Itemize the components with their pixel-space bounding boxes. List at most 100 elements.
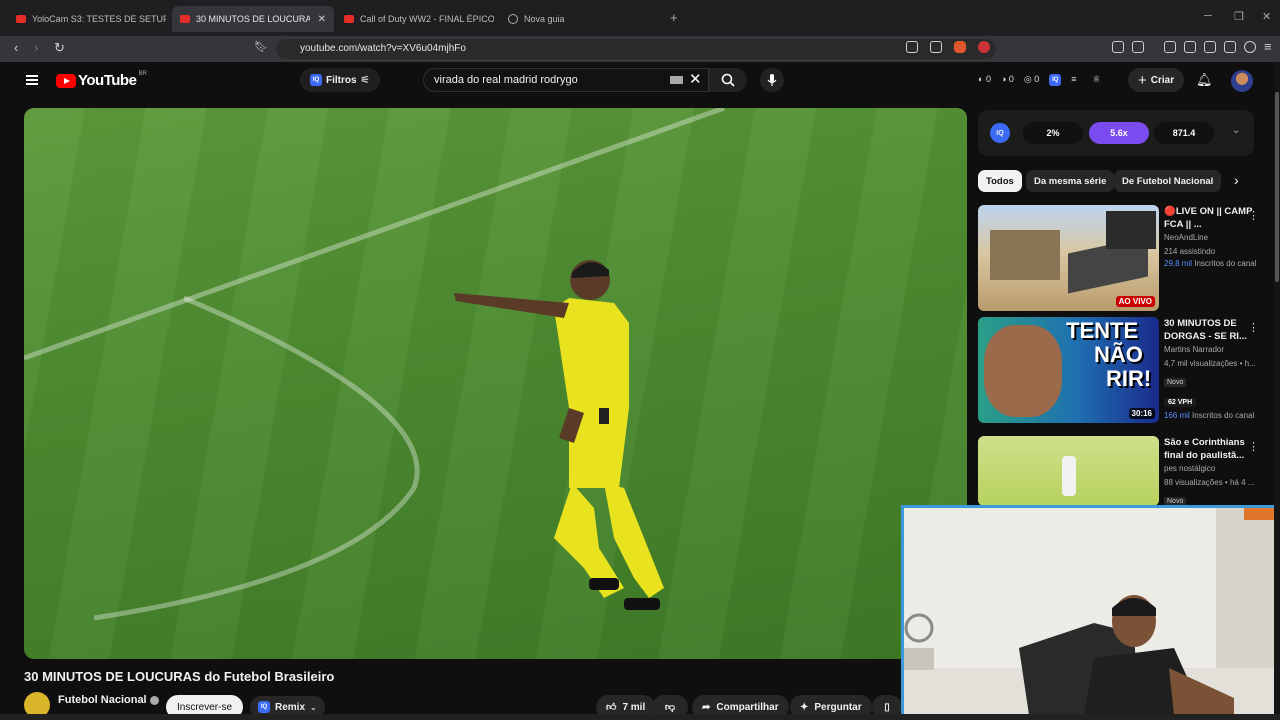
notifications-bell-icon[interactable]: 🔔︎ — [1196, 72, 1213, 88]
video-thumbnail[interactable]: TENTE NÃO RIR! 30:16 — [978, 317, 1159, 423]
extension-icon[interactable] — [1112, 41, 1124, 53]
tab-current-video[interactable]: 30 MINUTOS DE LOUCURAS do ✕ — [172, 6, 334, 32]
tab-title: YoloCam S3: TESTES DE SETUP (OBS — [32, 14, 166, 24]
clear-search-icon[interactable]: ✕ — [689, 70, 702, 88]
iq-pill-multiplier: 5.6x — [1089, 122, 1149, 144]
bookmark-icon: ▯ — [884, 701, 890, 713]
more-options-icon[interactable]: ⋮ — [1248, 321, 1259, 334]
channel-name: pes nostálgico — [1164, 464, 1216, 473]
extension-icon[interactable] — [1132, 41, 1144, 53]
video-thumbnail[interactable]: AO VIVO — [978, 205, 1159, 311]
back-icon[interactable]: ‹ — [14, 40, 18, 55]
subscriber-count: 166 mil Inscritos do canal — [1164, 411, 1255, 420]
sidebar-icon[interactable] — [1184, 41, 1196, 53]
close-window-icon[interactable]: ✕ — [1262, 10, 1271, 23]
share-arrow-icon: ➦ — [702, 701, 711, 713]
tab-title: 30 MINUTOS DE LOUCURAS do — [196, 14, 310, 24]
wallet-icon[interactable] — [1204, 41, 1216, 53]
filters-button[interactable]: IQ Filtros ⚟ — [300, 68, 380, 92]
thumb-player — [1062, 456, 1076, 496]
tab-yolocam[interactable]: YoloCam S3: TESTES DE SETUP (OBS — [16, 8, 166, 30]
youtube-logo[interactable]: YouTube BR — [56, 70, 147, 89]
share-icon[interactable] — [930, 41, 942, 53]
channel-name: NeoAndLine — [1164, 233, 1209, 242]
chip-same-series[interactable]: Da mesma série — [1026, 170, 1115, 192]
brave-shield-icon[interactable] — [954, 41, 966, 53]
close-tab-icon[interactable]: ✕ — [318, 14, 326, 25]
search-button[interactable] — [709, 68, 747, 92]
tab-new-guide[interactable]: Nova guia — [508, 8, 658, 30]
leo-icon[interactable] — [1224, 41, 1236, 53]
vpn-icon[interactable] — [1244, 41, 1256, 53]
iq-stats-panel: IQ 2% 5.6x 871.4 ⌄ — [978, 110, 1254, 156]
chip-all[interactable]: Todos — [978, 170, 1022, 192]
webcam-overlay — [901, 505, 1278, 718]
like-count: 7 mil — [622, 701, 646, 713]
cast-icon[interactable] — [906, 41, 918, 53]
user-avatar[interactable] — [1231, 70, 1253, 92]
horizontal-scrollbar[interactable] — [0, 714, 1280, 720]
reload-icon[interactable]: ↻ — [54, 40, 65, 56]
voice-search-button[interactable] — [760, 68, 784, 92]
media-icon[interactable] — [1164, 41, 1176, 53]
iq-pill-percent: 2% — [1023, 122, 1083, 144]
rewards-icon[interactable] — [978, 41, 990, 53]
forward-icon[interactable]: › — [34, 40, 38, 55]
plus-icon: + — [1138, 71, 1147, 89]
recommended-video[interactable]: AO VIVO 🔴LIVE ON || CAMP FCA || ... NeoA… — [978, 205, 1268, 311]
iq-ext-icon[interactable]: IQ — [1049, 74, 1062, 86]
logo-text: YouTube — [78, 72, 137, 89]
video-meta: 4,7 mil visualizações • h... — [1164, 359, 1256, 368]
minimize-icon[interactable]: ─ — [1204, 10, 1212, 22]
youtube-header: YouTube BR IQ Filtros ⚟ virada do real m… — [0, 62, 1280, 104]
share-label: Compartilhar — [716, 701, 779, 713]
search-icon — [721, 73, 735, 87]
trophy-icon[interactable]: ♕ — [1093, 74, 1101, 86]
maximize-icon[interactable]: ❐ — [1234, 10, 1244, 23]
stat-view: ◎ 0 — [1023, 74, 1040, 84]
more-options-icon[interactable]: ⋮ — [1248, 209, 1259, 222]
browser-toolbar: ‹ › ↻ 🔖︎ youtube.com/watch?v=XV6u04mjhFo… — [0, 36, 1280, 62]
create-button[interactable]: + Criar — [1128, 68, 1185, 92]
create-label: Criar — [1150, 74, 1175, 86]
tab-title: Call of Duty WW2 - FINAL ÉPICO!!!! — [360, 14, 494, 24]
iq-pill-score: 871.4 — [1154, 122, 1214, 144]
recommended-video[interactable]: TENTE NÃO RIR! 30:16 30 MINUTOS DE DORGA… — [978, 317, 1268, 423]
duration-badge: 30:16 — [1128, 408, 1155, 419]
address-bar[interactable]: youtube.com/watch?v=XV6u04mjhFo — [276, 39, 996, 59]
browser-tab-bar: YoloCam S3: TESTES DE SETUP (OBS 30 MINU… — [0, 0, 1280, 36]
iq-badge-icon: IQ — [258, 701, 270, 713]
region-label: BR — [138, 70, 147, 77]
video-meta: 88 visualizações • há 4 ... — [1164, 478, 1255, 487]
thumb-face — [984, 325, 1062, 417]
more-options-icon[interactable]: ⋮ — [1248, 440, 1259, 453]
bookmark-icon[interactable]: 🔖︎ — [254, 40, 268, 53]
channel-name[interactable]: Futebol Nacional — [58, 694, 159, 706]
keyboard-icon[interactable] — [670, 76, 683, 84]
thumbs-down-icon: 👎︎ — [664, 702, 676, 713]
search-input[interactable]: virada do real madrid rodrygo — [423, 68, 709, 92]
video-player[interactable] — [24, 108, 967, 659]
hamburger-menu-icon[interactable] — [26, 75, 38, 85]
video-title: 30 MINUTOS DE LOUCURAS do Futebol Brasil… — [24, 669, 335, 684]
extension-stats: ◐ 0 ◑ 0 ◎ 0 IQ ≡ ♕ — [978, 74, 1101, 86]
chip-from-channel[interactable]: De Futebol Nacional — [1114, 170, 1222, 192]
tab-call-of-duty[interactable]: Call of Duty WW2 - FINAL ÉPICO!!!! — [344, 8, 494, 30]
url-text: youtube.com/watch?v=XV6u04mjhFo — [300, 43, 466, 54]
youtube-play-logo-icon — [56, 73, 76, 88]
chevron-down-icon[interactable]: ⌄ — [1232, 125, 1240, 136]
stat-like: ◑ 0 — [1000, 74, 1014, 84]
queue-icon[interactable]: ≡ — [1071, 74, 1076, 86]
menu-icon[interactable]: ≡ — [1264, 39, 1272, 54]
vph-tag: 62 VPH — [1164, 398, 1197, 407]
youtube-favicon-icon — [180, 15, 190, 23]
video-thumbnail[interactable] — [978, 436, 1159, 506]
new-tab-button[interactable]: + — [670, 10, 678, 25]
thumb-facecam — [1106, 211, 1156, 249]
guide-favicon-icon — [508, 14, 518, 24]
chevron-right-icon[interactable]: › — [1234, 172, 1239, 188]
new-tag: Novo — [1164, 378, 1187, 387]
chevron-down-icon: ⌄ — [310, 702, 317, 712]
ask-label: Perguntar — [814, 701, 862, 713]
vertical-scrollbar[interactable] — [1274, 62, 1280, 720]
